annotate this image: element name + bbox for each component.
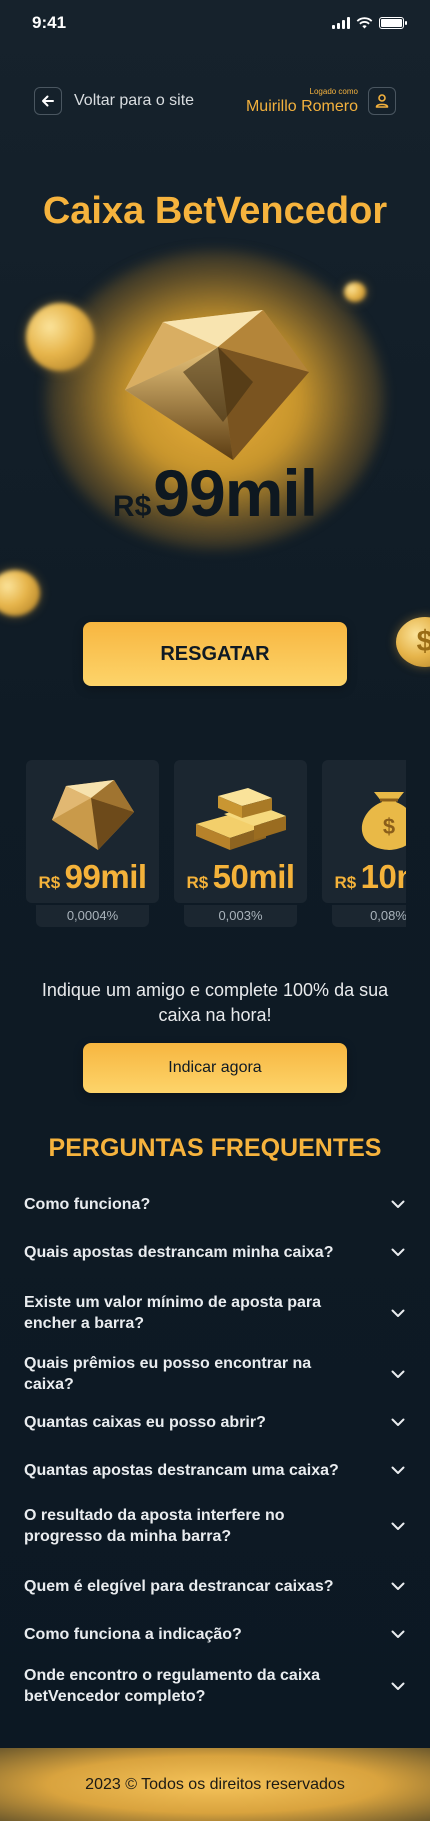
faq-question: Quais prêmios eu posso encontrar na caix… [24, 1355, 312, 1393]
faq-item[interactable]: Como funciona a indicação? [24, 1608, 406, 1660]
coin-decoration: $ [396, 617, 430, 667]
faq-item[interactable]: Quem é elegível para destrancar caixas? [24, 1560, 406, 1612]
faq-question: Como funciona a indicação? [24, 1625, 242, 1643]
signal-icon [332, 17, 350, 29]
faq-item[interactable]: Quantas apostas destrancam uma caixa? [24, 1444, 406, 1496]
coin-decoration [0, 570, 40, 616]
footer-copyright: 2023 © Todos os direitos reservados [85, 1775, 345, 1793]
hero-prize-amount: 99mil [153, 456, 318, 530]
page: 9:41 Voltar para o site Logado como Muir… [0, 0, 430, 1821]
coin-decoration [26, 303, 94, 371]
chevron-down-icon[interactable] [390, 1196, 406, 1212]
card-odds: 0,003% [184, 905, 297, 927]
claim-button[interactable]: RESGATAR [83, 622, 347, 686]
faq-item[interactable]: Quantas caixas eu posso abrir? [24, 1396, 406, 1448]
user-name: Muirillo Romero [245, 97, 358, 115]
chevron-down-icon[interactable] [390, 1244, 406, 1260]
faq-item[interactable]: Onde encontro o regulamento da caixa bet… [24, 1654, 406, 1718]
faq-question: Quem é elegível para destrancar caixas? [24, 1577, 334, 1595]
hero-prize-currency: R$ [112, 490, 152, 523]
faq-title: PERGUNTAS FREQUENTES [48, 1134, 382, 1162]
faq-item[interactable]: Quais apostas destrancam minha caixa? [24, 1226, 406, 1278]
card-prize: R$ 99mil [26, 858, 159, 896]
coin-decoration [344, 282, 366, 302]
back-label[interactable]: Voltar para o site [74, 92, 194, 110]
card-prize-amount: 99mil [64, 858, 147, 895]
svg-text:$: $ [383, 814, 395, 839]
chevron-down-icon[interactable] [390, 1578, 406, 1594]
user-icon [375, 94, 389, 108]
card-prize-amount: 50mil [212, 858, 295, 895]
chevron-down-icon[interactable] [390, 1462, 406, 1478]
chevron-down-icon[interactable] [390, 1366, 406, 1382]
money-bag-icon: $ [361, 792, 406, 850]
referral-text: Indique um amigo e complete 100% da sua … [41, 980, 389, 1025]
gold-bars-icon [196, 788, 286, 850]
faq-question: O resultado da aposta interfere no progr… [24, 1507, 285, 1545]
card-odds: 0,08% [332, 905, 406, 927]
footer: 2023 © Todos os direitos reservados [0, 1748, 430, 1821]
card-prize: R$ 10mil [322, 858, 406, 896]
status-icons [332, 17, 407, 29]
chevron-down-icon[interactable] [390, 1305, 406, 1321]
faq-item[interactable]: Existe um valor mínimo de aposta para en… [24, 1281, 406, 1345]
chevron-down-icon[interactable] [390, 1678, 406, 1694]
header: Voltar para o site Logado como Muirillo … [34, 84, 396, 118]
faq-item[interactable]: Quais prêmios eu posso encontrar na caix… [24, 1348, 406, 1400]
prize-card: $ R$ 10mil [322, 760, 406, 903]
back-button[interactable] [34, 87, 62, 115]
chevron-down-icon[interactable] [390, 1414, 406, 1430]
faq-question: Quais apostas destrancam minha caixa? [24, 1243, 334, 1261]
diamond-icon [125, 310, 309, 460]
faq-item[interactable]: O resultado da aposta interfere no progr… [24, 1494, 406, 1558]
chevron-down-icon[interactable] [390, 1518, 406, 1534]
dollar-icon: $ [416, 625, 430, 658]
chevron-down-icon[interactable] [390, 1626, 406, 1642]
faq-question: Quantas caixas eu posso abrir? [24, 1413, 266, 1431]
prize-card: R$ 99mil [26, 760, 159, 903]
faq-item[interactable]: Como funciona? [24, 1178, 406, 1230]
card-odds: 0,0004% [36, 905, 149, 927]
faq-question: Existe um valor mínimo de aposta para en… [24, 1294, 321, 1332]
diamond-icon [52, 780, 134, 850]
card-prize: R$ 50mil [174, 858, 307, 896]
faq-question: Como funciona? [24, 1195, 151, 1213]
card-prize-currency: R$ [186, 873, 209, 892]
page-title: Caixa BetVencedor [42, 190, 388, 232]
wifi-icon [356, 17, 373, 29]
hero-prize: R$99mil [0, 455, 430, 531]
refer-now-button[interactable]: Indicar agora [83, 1043, 347, 1093]
back-to-site-link[interactable]: Voltar para o site [34, 87, 194, 115]
status-bar: 9:41 [0, 0, 430, 46]
card-prize-currency: R$ [334, 873, 357, 892]
user-info: Logado como Muirillo Romero [246, 87, 396, 116]
user-profile-button[interactable] [368, 87, 396, 115]
battery-icon [379, 17, 407, 29]
prize-card: R$ 50mil [174, 760, 307, 903]
faq-question: Quantas apostas destrancam uma caixa? [24, 1461, 339, 1479]
faq-question: Onde encontro o regulamento da caixa bet… [24, 1667, 321, 1705]
prize-carousel[interactable]: R$ 99mil 0,0004% R$ 50mil 0,003% $ R$ 10… [26, 760, 406, 930]
user-text: Logado como Muirillo Romero [246, 87, 358, 116]
card-prize-currency: R$ [38, 873, 61, 892]
logged-as-label: Logado como [309, 86, 358, 96]
status-time: 9:41 [32, 13, 67, 32]
arrow-left-icon [42, 95, 54, 107]
card-prize-amount: 10mil [360, 858, 406, 895]
